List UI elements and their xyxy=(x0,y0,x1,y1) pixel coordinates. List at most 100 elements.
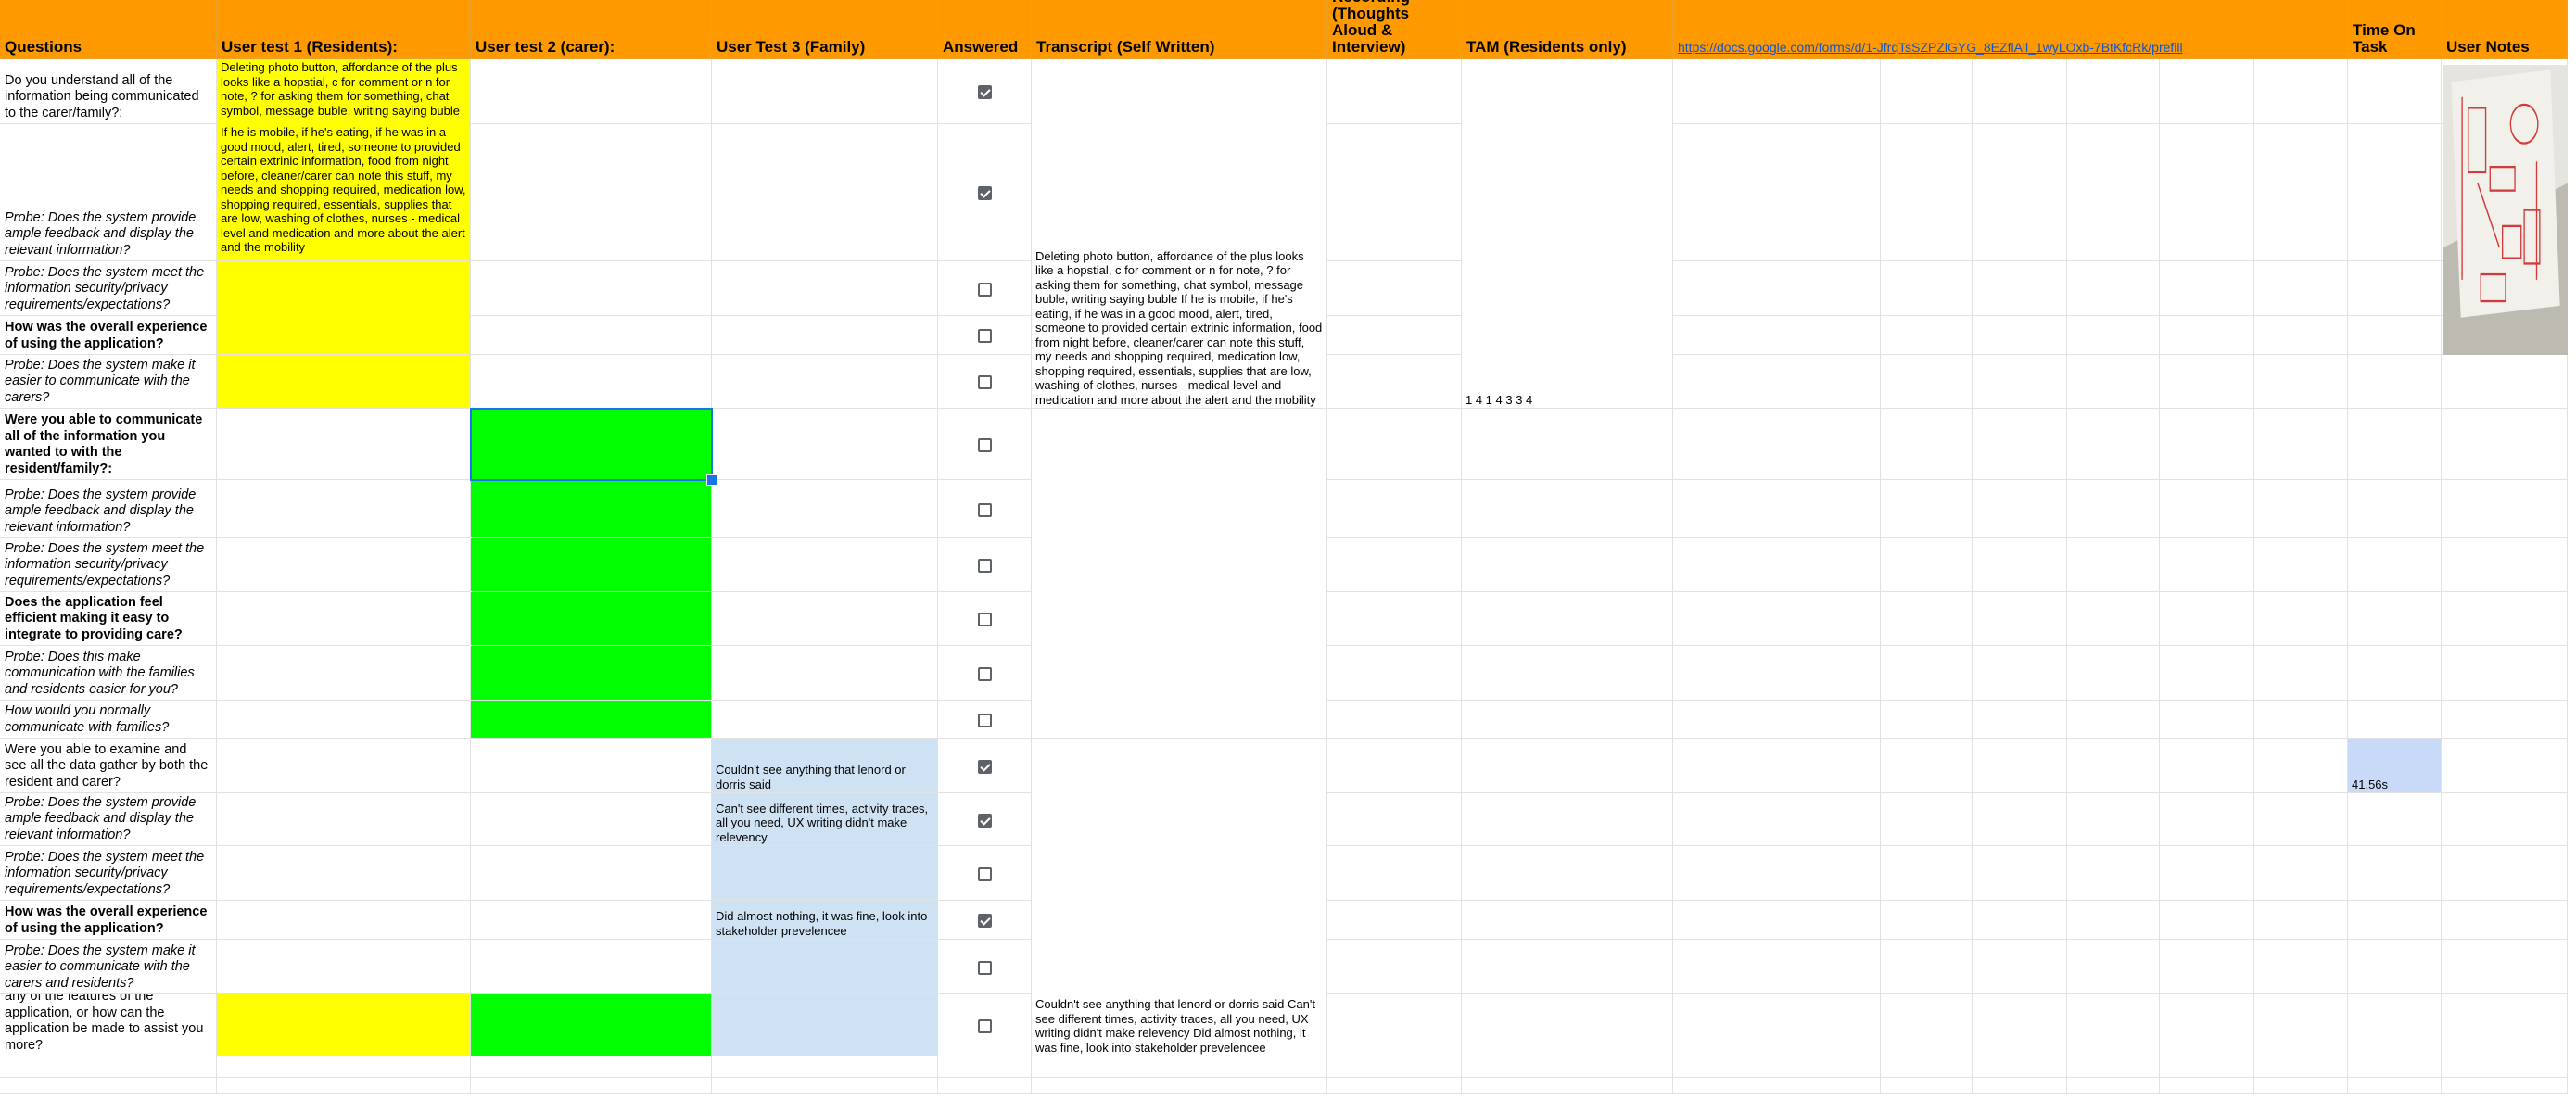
checkbox-icon[interactable] xyxy=(978,186,992,200)
checkbox-icon[interactable] xyxy=(978,960,992,975)
question-cell[interactable]: Were you able to examine and see all the… xyxy=(0,739,217,793)
grid-cell[interactable] xyxy=(1673,538,1881,592)
grid-cell[interactable] xyxy=(2348,261,2442,316)
grid-cell[interactable] xyxy=(1973,1056,2067,1078)
grid-cell[interactable] xyxy=(2067,409,2160,480)
user1-cell[interactable]: Deleting photo button, affordance of the… xyxy=(217,59,471,124)
checkbox-icon[interactable] xyxy=(978,329,992,343)
question-cell[interactable]: Probe: Does the system provide ample fee… xyxy=(0,480,217,538)
grid-cell[interactable] xyxy=(2160,261,2254,316)
grid-cell[interactable] xyxy=(1462,846,1673,901)
grid-cell[interactable] xyxy=(1881,901,1973,940)
grid-cell[interactable] xyxy=(2160,1078,2254,1094)
grid-cell[interactable] xyxy=(2067,59,2160,124)
grid-cell[interactable] xyxy=(1673,994,1881,1056)
question-cell[interactable]: Probe: Does the system provide ample fee… xyxy=(0,793,217,846)
grid-cell[interactable] xyxy=(2348,316,2442,355)
grid-cell[interactable] xyxy=(1327,1078,1462,1094)
grid-cell[interactable] xyxy=(1032,1056,1327,1078)
grid-cell[interactable] xyxy=(2348,1056,2442,1078)
grid-cell[interactable] xyxy=(1973,124,2067,261)
grid-cell[interactable] xyxy=(217,409,471,480)
grid-cell[interactable] xyxy=(2067,1056,2160,1078)
grid-cell[interactable] xyxy=(2348,793,2442,846)
grid-cell[interactable] xyxy=(2067,480,2160,538)
user3-cell[interactable] xyxy=(712,940,938,994)
checkbox-icon[interactable] xyxy=(978,666,992,681)
grid-cell[interactable] xyxy=(1462,1056,1673,1078)
grid-cell[interactable] xyxy=(1327,409,1462,480)
grid-cell[interactable] xyxy=(1973,355,2067,409)
grid-cell[interactable] xyxy=(2348,846,2442,901)
grid-cell[interactable] xyxy=(1327,59,1462,124)
grid-cell[interactable] xyxy=(1881,261,1973,316)
grid-cell[interactable] xyxy=(1881,646,1973,701)
grid-cell[interactable] xyxy=(712,124,938,261)
grid-cell[interactable] xyxy=(1881,994,1973,1056)
grid-cell[interactable] xyxy=(217,1078,471,1094)
checkbox-icon[interactable] xyxy=(978,866,992,881)
grid-cell[interactable] xyxy=(217,480,471,538)
grid-cell[interactable] xyxy=(1973,739,2067,793)
cell-selection[interactable] xyxy=(470,408,713,481)
grid-cell[interactable] xyxy=(1973,480,2067,538)
grid-cell[interactable] xyxy=(2254,846,2348,901)
grid-cell[interactable] xyxy=(2067,124,2160,261)
grid-cell[interactable] xyxy=(2254,1056,2348,1078)
grid-cell[interactable] xyxy=(1673,592,1881,646)
grid-cell[interactable] xyxy=(1673,1056,1881,1078)
grid-cell[interactable] xyxy=(2254,701,2348,739)
grid-cell[interactable] xyxy=(1327,592,1462,646)
grid-cell[interactable] xyxy=(1327,480,1462,538)
grid-cell[interactable] xyxy=(217,538,471,592)
question-cell[interactable]: Probe: Does the system meet the informat… xyxy=(0,846,217,901)
grid-cell[interactable] xyxy=(2160,646,2254,701)
user1-cell[interactable] xyxy=(217,355,471,409)
grid-cell[interactable] xyxy=(471,59,712,124)
grid-cell[interactable] xyxy=(1973,316,2067,355)
grid-cell[interactable] xyxy=(1673,480,1881,538)
grid-cell[interactable] xyxy=(2254,59,2348,124)
grid-cell[interactable] xyxy=(2254,739,2348,793)
grid-cell[interactable] xyxy=(0,1078,217,1094)
grid-cell[interactable] xyxy=(1881,124,1973,261)
grid-cell[interactable] xyxy=(217,940,471,994)
grid-cell[interactable] xyxy=(2348,701,2442,739)
grid-cell[interactable] xyxy=(1327,739,1462,793)
transcript-block[interactable]: Couldn't see anything that lenord or dor… xyxy=(1032,739,1327,1056)
grid-cell[interactable] xyxy=(712,480,938,538)
grid-cell[interactable] xyxy=(2160,592,2254,646)
grid-cell[interactable] xyxy=(1673,646,1881,701)
grid-cell[interactable] xyxy=(1327,994,1462,1056)
header-user2[interactable]: User test 2 (carer): xyxy=(471,0,712,59)
grid-cell[interactable] xyxy=(712,261,938,316)
grid-cell[interactable] xyxy=(712,316,938,355)
question-cell[interactable]: Probe: Does the system provide ample fee… xyxy=(0,124,217,261)
grid-cell[interactable] xyxy=(2442,793,2568,846)
header-user3[interactable]: User Test 3 (Family) xyxy=(712,0,938,59)
grid-cell[interactable] xyxy=(1973,1078,2067,1094)
grid-cell[interactable] xyxy=(2067,261,2160,316)
grid-cell[interactable] xyxy=(1881,355,1973,409)
grid-cell[interactable] xyxy=(2254,793,2348,846)
grid-cell[interactable] xyxy=(2067,994,2160,1056)
transcript-block[interactable] xyxy=(1032,409,1327,739)
grid-cell[interactable] xyxy=(2254,1078,2348,1094)
grid-cell[interactable] xyxy=(1973,538,2067,592)
grid-cell[interactable] xyxy=(1327,316,1462,355)
time-on-task-cell[interactable]: 41.56s xyxy=(2348,739,2442,793)
grid-cell[interactable] xyxy=(471,940,712,994)
user2-cell[interactable] xyxy=(471,646,712,701)
grid-cell[interactable] xyxy=(1973,59,2067,124)
grid-cell[interactable] xyxy=(1973,701,2067,739)
grid-cell[interactable] xyxy=(2160,846,2254,901)
grid-cell[interactable] xyxy=(2067,940,2160,994)
grid-cell[interactable] xyxy=(2254,480,2348,538)
grid-cell[interactable] xyxy=(217,901,471,940)
grid-cell[interactable] xyxy=(2442,355,2568,409)
transcript-block[interactable]: Deleting photo button, affordance of the… xyxy=(1032,59,1327,409)
grid-cell[interactable] xyxy=(1881,739,1973,793)
grid-cell[interactable] xyxy=(2254,355,2348,409)
grid-cell[interactable] xyxy=(2442,940,2568,994)
grid-cell[interactable] xyxy=(471,355,712,409)
